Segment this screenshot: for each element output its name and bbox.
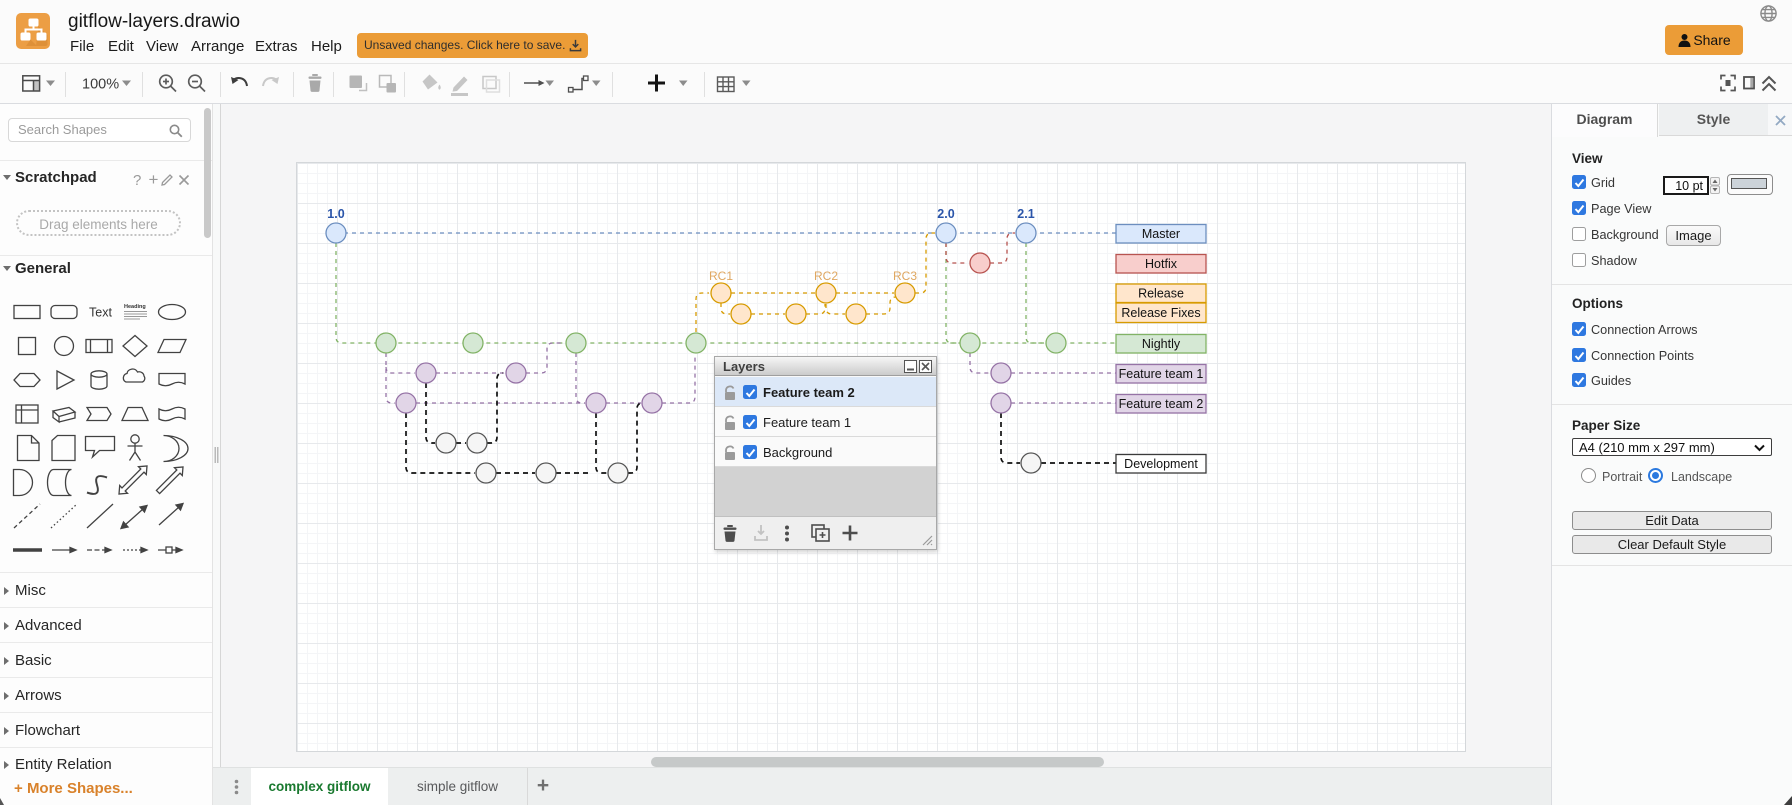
svg-text:Heading: Heading: [124, 304, 146, 310]
svg-text:Feature team 1: Feature team 1: [1119, 367, 1204, 381]
svg-text:RC2: RC2: [814, 269, 838, 283]
svg-text:Development: Development: [1124, 457, 1198, 471]
svg-text:Text: Text: [89, 306, 112, 320]
svg-text:RC1: RC1: [709, 269, 733, 283]
svg-text:RC3: RC3: [893, 269, 917, 283]
svg-text:Hotfix: Hotfix: [1145, 257, 1178, 271]
svg-text:Feature team 2: Feature team 2: [1119, 397, 1204, 411]
svg-text:100%: 100%: [82, 77, 119, 93]
svg-text:Release: Release: [1138, 287, 1184, 301]
svg-text:2.0: 2.0: [937, 207, 954, 221]
svg-text:1.0: 1.0: [327, 207, 344, 221]
svg-text:2.1: 2.1: [1017, 207, 1034, 221]
svg-text:Master: Master: [1142, 227, 1180, 241]
svg-text:Release Fixes: Release Fixes: [1121, 306, 1200, 320]
svg-text:Nightly: Nightly: [1142, 337, 1181, 351]
